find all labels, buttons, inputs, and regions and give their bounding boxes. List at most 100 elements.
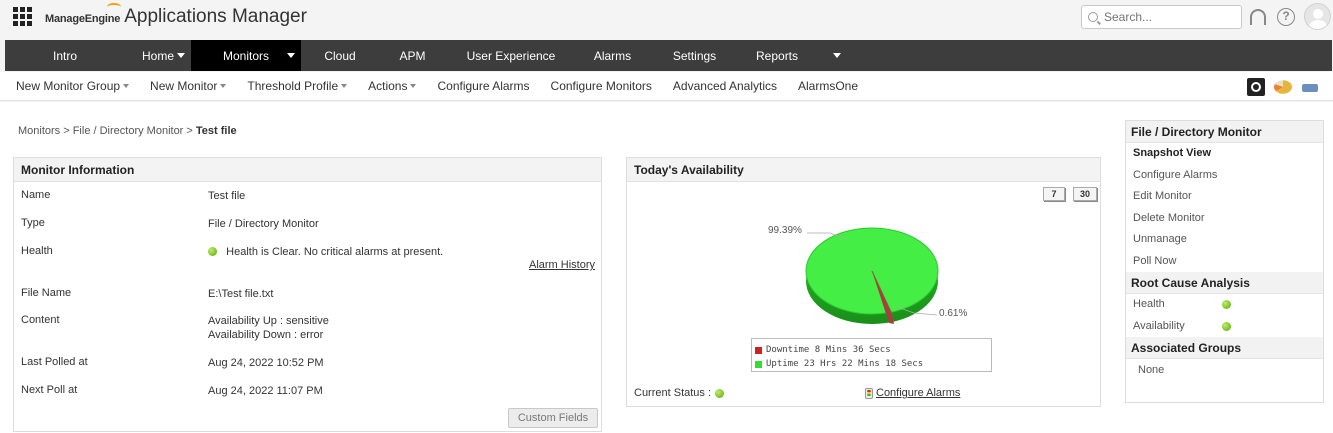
legend-item-downtime: Downtime 8 Mins 36 Secs [755,343,991,357]
chevron-down-icon [410,84,417,88]
chart-legend: Downtime 8 Mins 36 Secs Uptime 23 Hrs 22… [751,338,992,372]
search-box[interactable] [1081,5,1242,29]
current-status: Current Status : [634,387,725,399]
nav-label: APM [399,48,426,63]
nav-label: Home [141,48,174,63]
sub-advanced-analytics[interactable]: Advanced Analytics [673,79,777,93]
sub-label: Threshold Profile [247,79,339,93]
rca-health-icon[interactable] [1222,300,1231,309]
nav-alarms[interactable]: Alarms [576,40,649,71]
side-item-configure-alarms[interactable]: Configure Alarms [1126,165,1323,187]
headset-icon[interactable] [1250,9,1266,25]
nav-label: User Experience [466,48,556,63]
health-clear-icon [208,247,217,256]
apps-grid-icon[interactable] [13,7,32,26]
sub-actions[interactable]: Actions [368,79,417,93]
sub-label: Actions [368,79,408,93]
side-item-delete-monitor[interactable]: Delete Monitor [1126,208,1323,230]
brand-logo[interactable]: ManageEngine Applications Manager [45,3,307,28]
legend-text: Downtime 8 Mins 36 Secs [766,345,891,355]
nav-monitors[interactable]: Monitors [191,40,301,71]
side-item-poll-now[interactable]: Poll Now [1126,251,1323,273]
monitor-information-panel: Monitor Information Name Test file Type … [13,157,602,432]
sub-label: AlarmsOne [797,79,859,93]
chevron-down-icon [341,84,348,88]
sub-threshold-profile[interactable]: Threshold Profile [247,79,348,93]
sub-label: Configure Alarms [437,79,530,93]
sub-configure-alarms[interactable]: Configure Alarms [437,79,529,93]
downtime-percent-label: 0.61% [939,308,968,319]
configure-alarms-text[interactable]: Configure Alarms [876,387,960,399]
brand-vendor: ManageEngine [45,13,121,25]
health-text: Health is Clear. No critical alarms at p… [226,246,444,258]
nav-label: Settings [672,48,717,63]
content-area: Monitors > File / Directory Monitor > Te… [0,102,1333,433]
rca-label: Health [1133,298,1165,310]
content-up: Availability Up : sensitive [208,315,329,327]
sub-new-monitor-group[interactable]: New Monitor Group [16,79,130,93]
info-label: Content [21,314,60,326]
pie-svg [805,227,939,324]
side-section-title: Root Cause Analysis [1126,272,1323,294]
side-section-title: File / Directory Monitor [1126,121,1323,143]
panel-title: Monitor Information [14,158,601,182]
info-value: E:\Test file.txt [208,288,274,300]
sub-alarmsone[interactable]: AlarmsOne [798,79,858,93]
custom-fields-button[interactable]: Custom Fields [508,408,598,428]
info-value: Availability Up : sensitive Availability… [208,314,329,342]
legend-swatch [755,346,762,354]
configure-alarms-link[interactable]: Configure Alarms [865,387,960,399]
sub-label: New Monitor Group [16,79,121,93]
nav-apm[interactable]: APM [379,40,446,71]
nav-reports-dropdown[interactable] [825,40,849,71]
side-section-title: Associated Groups [1126,337,1323,359]
uptime-percent-label: 99.39% [768,225,802,236]
side-item-edit-monitor[interactable]: Edit Monitor [1126,186,1323,208]
sub-nav: New Monitor Group New Monitor Threshold … [0,72,1333,101]
nav-user-experience[interactable]: User Experience [446,40,576,71]
breadcrumb: Monitors > File / Directory Monitor > Te… [18,125,237,137]
search-input[interactable] [1104,10,1224,24]
breadcrumb-path[interactable]: Monitors > File / Directory Monitor > [18,125,196,137]
customize-icon[interactable] [1247,78,1265,96]
nav-home[interactable]: Home [125,40,191,71]
sub-label: New Monitor [150,79,218,93]
chevron-down-icon[interactable] [287,53,295,58]
content-down: Availability Down : error [208,329,324,341]
legend-item-uptime: Uptime 23 Hrs 22 Mins 18 Secs [755,357,991,371]
chevron-down-icon [123,84,130,88]
nav-cloud[interactable]: Cloud [301,40,379,71]
associated-groups-value: None [1138,364,1165,376]
side-item-rca-availability[interactable]: Availability [1126,316,1323,338]
print-icon[interactable] [1301,78,1319,96]
sub-new-monitor[interactable]: New Monitor [150,79,227,93]
nav-label: Cloud [324,48,356,63]
breadcrumb-current: Test file [195,125,237,137]
chevron-down-icon[interactable] [177,53,185,58]
nav-reports[interactable]: Reports [740,40,825,71]
info-label: Name [21,189,51,201]
info-value: Aug 24, 2022 11:07 PM [208,385,323,397]
help-icon[interactable]: ? [1277,8,1295,26]
sub-label: Advanced Analytics [672,79,777,93]
user-avatar[interactable] [1304,3,1331,30]
chevron-down-icon[interactable] [833,53,841,58]
info-label: Health [21,245,53,257]
info-label: File Name [21,287,72,299]
info-label: Last Polled at [21,356,88,368]
nav-intro[interactable]: Intro [5,40,125,71]
pie-chart-icon[interactable] [1274,80,1292,94]
current-status-label: Current Status : [634,387,712,399]
info-label: Type [21,217,45,229]
rca-availability-icon[interactable] [1222,321,1231,331]
nav-settings[interactable]: Settings [649,40,740,71]
nav-label: Monitors [222,48,269,63]
info-value: File / Directory Monitor [208,218,319,230]
side-item-rca-health[interactable]: Health [1126,294,1323,316]
nav-label: Intro [52,48,77,63]
sub-configure-monitors[interactable]: Configure Monitors [551,79,652,93]
side-item-unmanage[interactable]: Unmanage [1126,229,1323,251]
alarm-history-link[interactable]: Alarm History [529,259,595,271]
info-value: Aug 24, 2022 10:52 PM [208,357,324,369]
side-item-snapshot-view[interactable]: Snapshot View [1126,143,1323,165]
